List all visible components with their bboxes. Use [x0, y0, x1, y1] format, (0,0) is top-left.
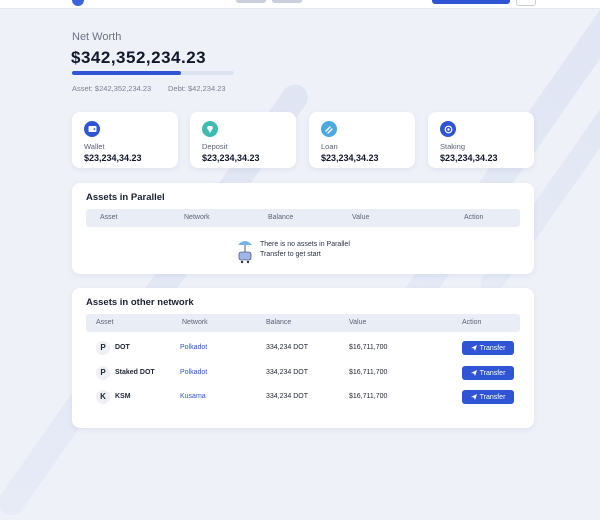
staking-card[interactable]: Staking $23,234,34.23: [428, 112, 534, 168]
net-worth-label: Net Worth: [72, 31, 122, 43]
stat-label: Staking: [440, 142, 466, 151]
top-bar: [0, 0, 600, 9]
deposit-icon: [202, 121, 218, 137]
loan-card[interactable]: Loan $23,234,34.23: [309, 112, 415, 168]
asset-name: DOT: [115, 344, 130, 351]
net-worth-progress-fill: [72, 71, 181, 75]
asset-total: Asset: $242,352,234.23: [72, 84, 152, 93]
send-icon: [470, 345, 477, 351]
table-row[interactable]: K KSM Kusama 334,234 DOT $16,711,700 Tra…: [86, 387, 520, 409]
staking-icon: [440, 121, 456, 137]
stat-value: $23,234,34.23: [202, 153, 260, 163]
value: $16,711,700: [349, 344, 388, 351]
table-row[interactable]: P Staked DOT Polkadot 334,234 DOT $16,71…: [86, 363, 520, 385]
stat-label: Loan: [321, 142, 338, 151]
column-header: Asset: [96, 319, 114, 326]
value: $16,711,700: [349, 369, 388, 376]
menu-button[interactable]: [516, 0, 536, 6]
stat-value: $23,234,34.23: [321, 153, 379, 163]
stat-value: $23,234,34.23: [440, 153, 498, 163]
empty-state-line: Transfer to get start: [260, 251, 321, 258]
column-header: Balance: [268, 214, 294, 221]
send-icon: [470, 394, 477, 400]
stat-label: Wallet: [84, 142, 105, 151]
table-row[interactable]: P DOT Polkadot 334,234 DOT $16,711,700 T…: [86, 338, 520, 360]
balance: 334,234 DOT: [266, 344, 309, 351]
network-link[interactable]: Kusama: [180, 393, 206, 400]
network-link[interactable]: Polkadot: [180, 344, 207, 351]
polkadot-icon: P: [96, 366, 110, 380]
kusama-icon: K: [96, 390, 110, 404]
connect-wallet-button[interactable]: [432, 0, 510, 4]
stat-value: $23,234,34.23: [84, 153, 142, 163]
balance: 334,234 DOT: [266, 369, 309, 376]
transfer-button[interactable]: Transfer: [462, 341, 514, 355]
column-header: Value: [349, 319, 367, 326]
deposit-card[interactable]: Deposit $23,234,34.23: [190, 112, 296, 168]
column-header: Balance: [266, 319, 292, 326]
empty-state-line: There is no assets in Parallel: [260, 241, 350, 248]
loan-icon: [321, 121, 337, 137]
panel-title: Assets in other network: [86, 297, 194, 308]
asset-name: Staked DOT: [115, 369, 155, 376]
column-header: Network: [184, 214, 210, 221]
empty-state-message: There is no assets in Parallel Transfer …: [260, 240, 350, 260]
send-icon: [470, 370, 477, 376]
nav-item[interactable]: [272, 0, 302, 3]
column-header: Asset: [100, 214, 118, 221]
debt-total: Debt: $42,234.23: [168, 84, 226, 93]
other-network-assets-panel: Assets in other network Asset Network Ba…: [72, 288, 534, 428]
net-worth-progress: [72, 71, 234, 75]
asset-name: KSM: [115, 393, 131, 400]
column-header: Action: [464, 214, 484, 221]
transfer-button[interactable]: Transfer: [462, 366, 514, 380]
balance: 334,234 DOT: [266, 393, 309, 400]
app-logo[interactable]: [72, 0, 84, 6]
transfer-button-label: Transfer: [479, 393, 506, 401]
column-header: Action: [462, 319, 482, 326]
nav-item[interactable]: [236, 0, 266, 3]
table-header: Asset Network Balance Value Action: [86, 209, 520, 227]
network-link[interactable]: Polkadot: [180, 369, 207, 376]
column-header: Value: [352, 214, 370, 221]
transfer-button-label: Transfer: [479, 369, 506, 377]
transfer-button[interactable]: Transfer: [462, 390, 514, 404]
column-header: Network: [182, 319, 208, 326]
parallel-assets-panel: Assets in Parallel Asset Network Balance…: [72, 183, 534, 274]
value: $16,711,700: [349, 393, 388, 400]
wallet-card[interactable]: Wallet $23,234,34.23: [72, 112, 178, 168]
table-header: Asset Network Balance Value Action: [86, 314, 520, 332]
polkadot-icon: P: [96, 341, 110, 355]
stat-label: Deposit: [202, 142, 228, 151]
panel-title: Assets in Parallel: [86, 192, 165, 203]
empty-state-icon: [238, 241, 252, 264]
wallet-icon: [84, 121, 100, 137]
transfer-button-label: Transfer: [479, 344, 506, 352]
net-worth-value: $342,352,234.23: [71, 48, 207, 67]
